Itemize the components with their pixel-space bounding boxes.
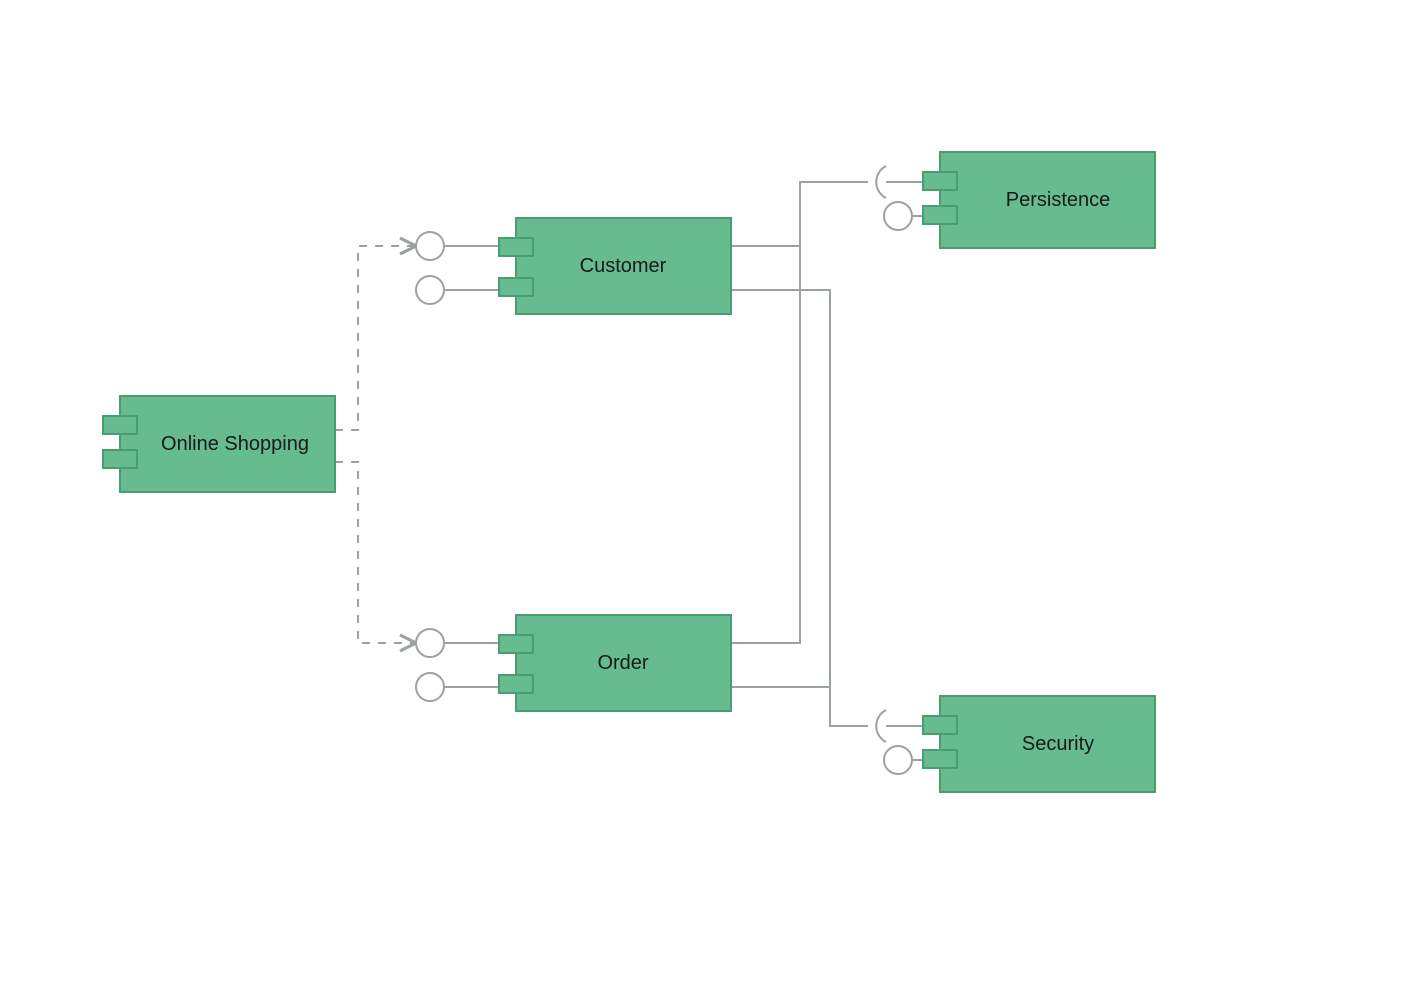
component-label: Customer (580, 255, 667, 277)
order-provided-ball-2 (416, 673, 444, 701)
security-required-socket (876, 710, 886, 742)
component-label: Security (1022, 733, 1094, 755)
order-provided-ball-1 (416, 629, 444, 657)
persistence-provided-ball (884, 202, 912, 230)
conn-order-persistence (730, 182, 800, 643)
component-persistence[interactable]: Persistence (923, 152, 1155, 248)
component-label: Online Shopping (161, 433, 309, 455)
conn-order-security (730, 687, 830, 726)
component-label: Persistence (1006, 189, 1111, 211)
uml-component-diagram: Online Shopping Customer Order Persisten… (0, 0, 1406, 990)
component-customer[interactable]: Customer (499, 218, 731, 314)
customer-provided-ball-1 (416, 232, 444, 260)
component-online-shopping[interactable]: Online Shopping (103, 396, 335, 492)
conn-onlineshopping-customer (335, 246, 416, 430)
security-provided-ball (884, 746, 912, 774)
component-label: Order (597, 652, 648, 674)
component-order[interactable]: Order (499, 615, 731, 711)
component-security[interactable]: Security (923, 696, 1155, 792)
customer-provided-ball-2 (416, 276, 444, 304)
persistence-required-socket (876, 166, 886, 198)
conn-onlineshopping-order (335, 462, 416, 643)
